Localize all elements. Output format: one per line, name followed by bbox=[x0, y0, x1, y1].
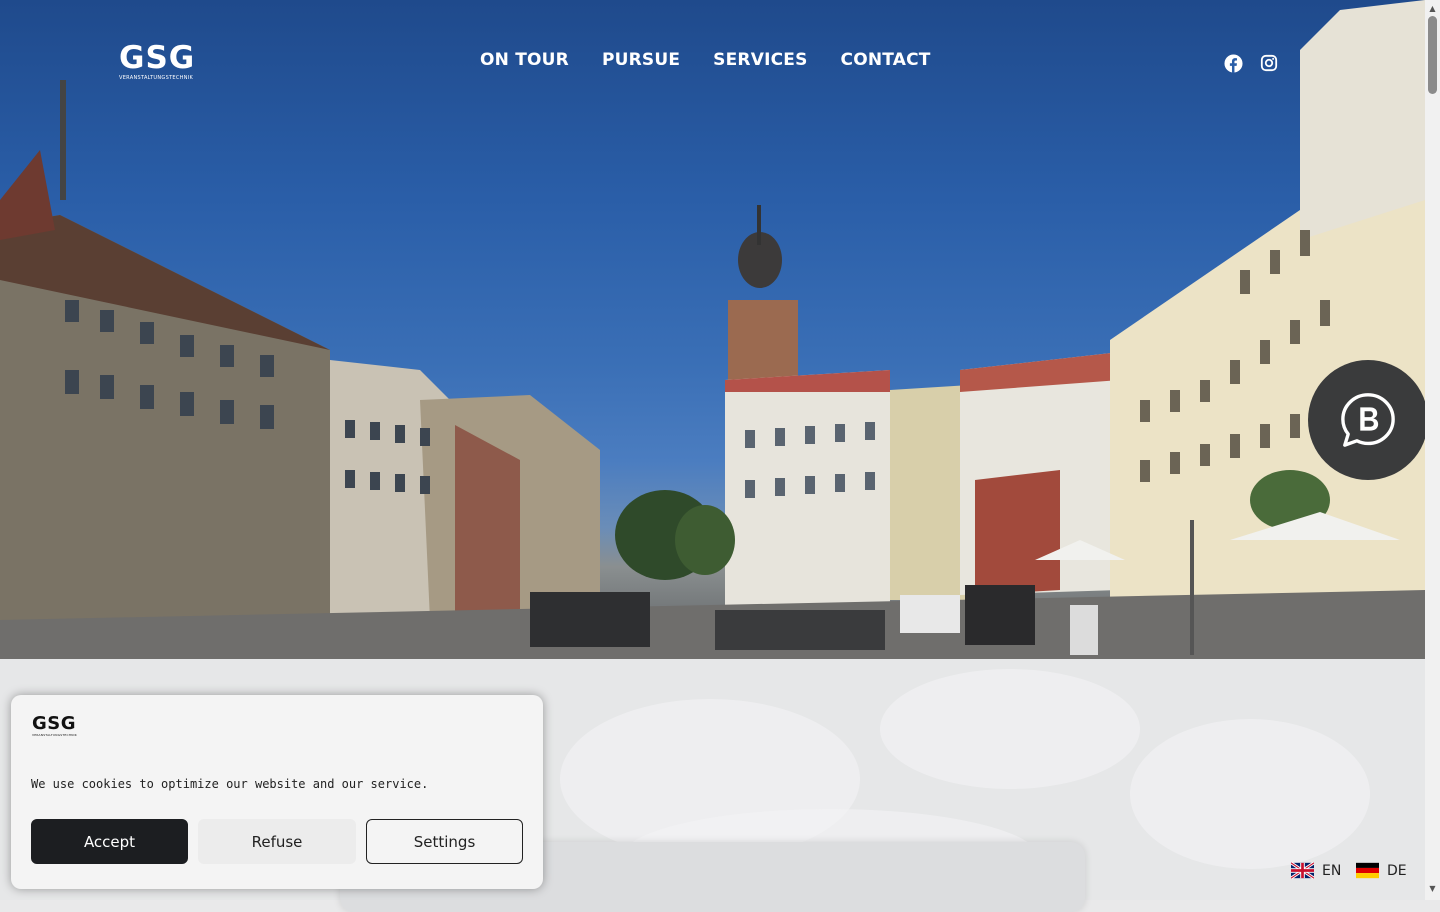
nav-item-pursue[interactable]: PURSUE bbox=[602, 50, 680, 70]
germany-flag-icon bbox=[1356, 862, 1379, 879]
uk-flag-icon bbox=[1291, 862, 1314, 879]
facebook-icon[interactable] bbox=[1223, 53, 1243, 73]
main-nav: ON TOUR PURSUE SERVICES CONTACT bbox=[480, 50, 931, 70]
scroll-down-arrow-icon[interactable]: ▼ bbox=[1425, 884, 1440, 893]
nav-item-contact[interactable]: CONTACT bbox=[841, 50, 931, 70]
cookie-banner: GSG VERANSTALTUNGSTECHNIK We use cookies… bbox=[11, 695, 543, 889]
cookie-banner-logo: GSG VERANSTALTUNGSTECHNIK bbox=[32, 713, 77, 738]
chat-b-icon[interactable] bbox=[1308, 360, 1428, 480]
cookie-logo-mark: GSG bbox=[32, 713, 77, 734]
settings-button[interactable]: Settings bbox=[366, 819, 523, 864]
cookie-logo-subtitle: VERANSTALTUNGSTECHNIK bbox=[32, 733, 77, 737]
instagram-icon[interactable] bbox=[1259, 53, 1279, 73]
hero-video bbox=[0, 0, 1425, 659]
language-code-en: EN bbox=[1322, 862, 1342, 879]
nav-item-services[interactable]: SERVICES bbox=[713, 50, 807, 70]
accept-button[interactable]: Accept bbox=[31, 819, 188, 864]
logo-subtitle: VERANSTALTUNGSTECHNIK bbox=[119, 75, 194, 81]
logo-mark: GSG bbox=[119, 40, 196, 76]
site-logo[interactable]: GSG VERANSTALTUNGSTECHNIK bbox=[119, 42, 199, 86]
scrollbar-thumb[interactable] bbox=[1428, 16, 1437, 94]
page-scrollbar[interactable]: ▲ ▼ bbox=[1425, 0, 1440, 900]
cookie-message: We use cookies to optimize our website a… bbox=[31, 777, 429, 791]
nav-item-on-tour[interactable]: ON TOUR bbox=[480, 50, 569, 70]
scroll-up-arrow-icon[interactable]: ▲ bbox=[1425, 4, 1440, 13]
refuse-button[interactable]: Refuse bbox=[198, 819, 356, 864]
language-code-de: DE bbox=[1387, 862, 1407, 879]
language-option-de[interactable]: DE bbox=[1356, 862, 1407, 879]
hero-town-square-image bbox=[0, 0, 1425, 659]
language-option-en[interactable]: EN bbox=[1291, 862, 1341, 879]
